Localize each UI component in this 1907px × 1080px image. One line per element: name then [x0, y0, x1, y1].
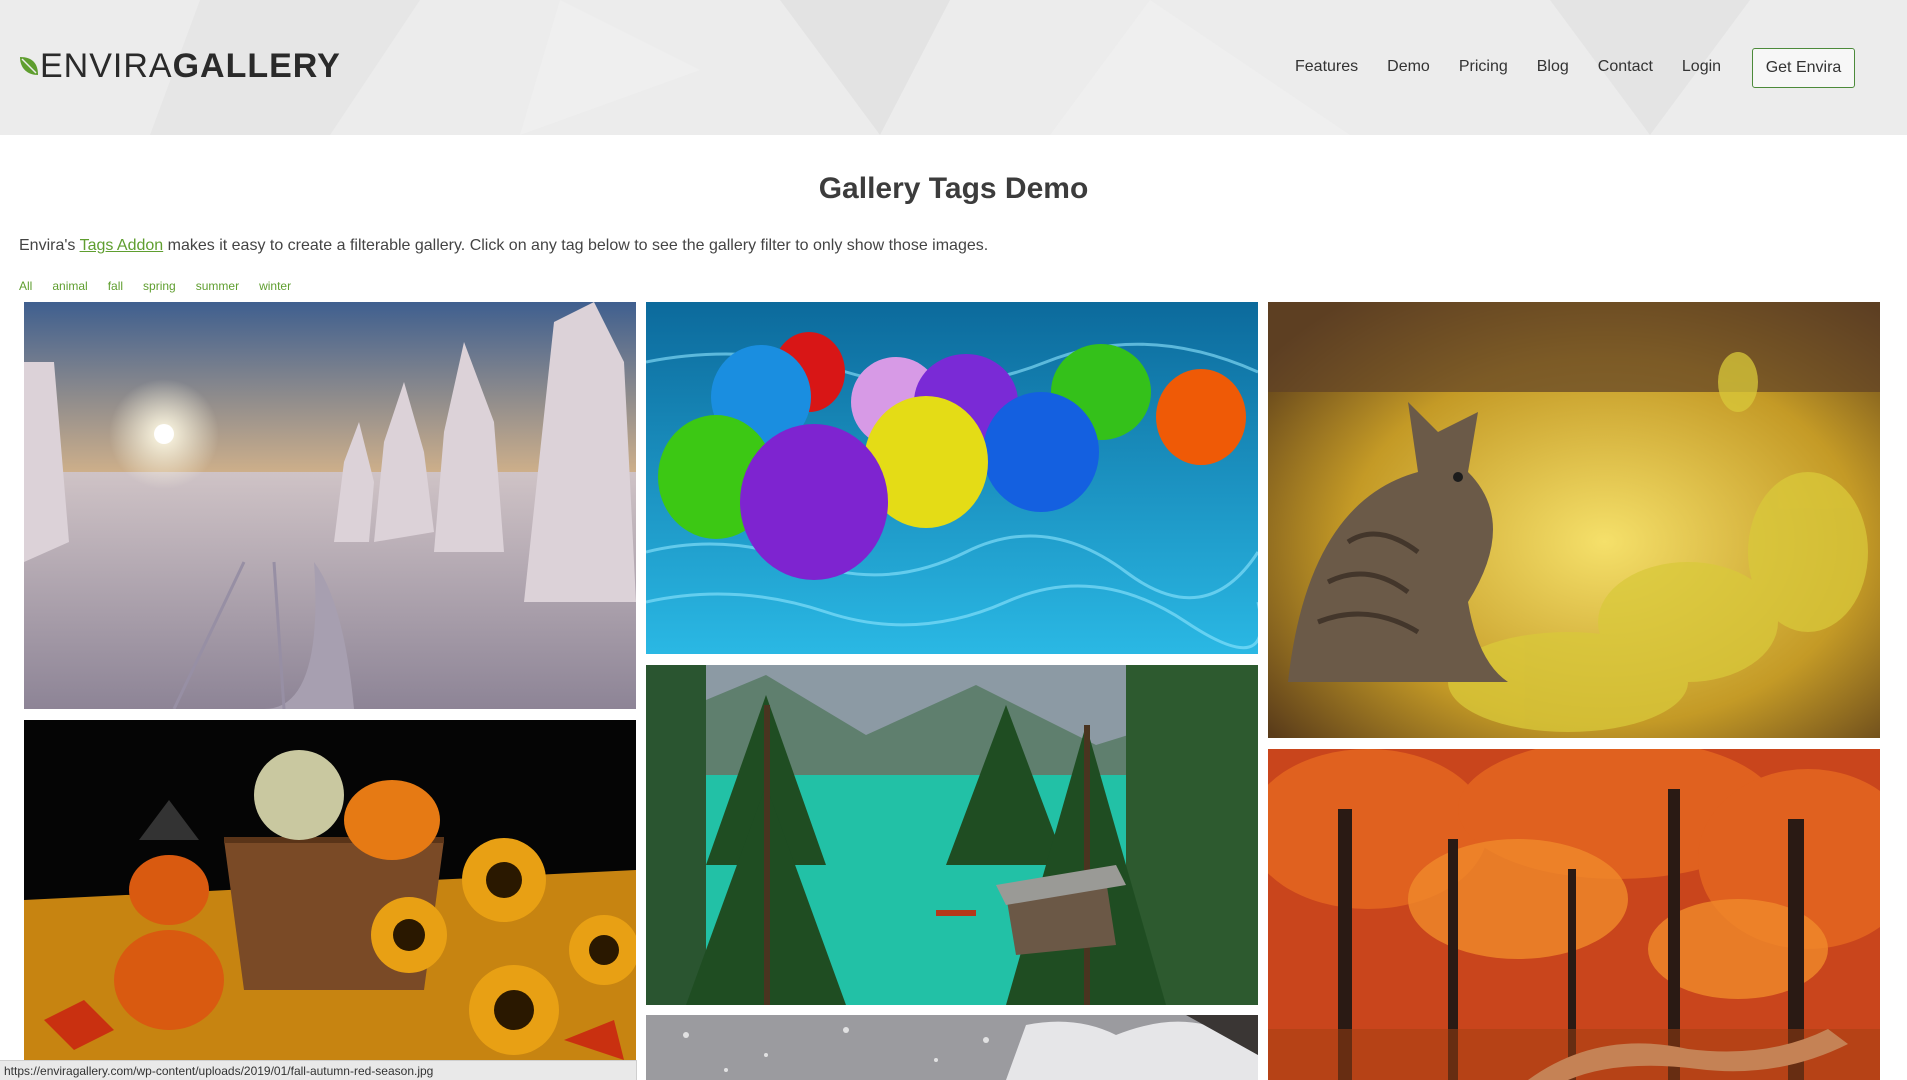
tags-addon-link[interactable]: Tags Addon: [80, 237, 164, 254]
tag-filter-fall[interactable]: fall: [108, 279, 123, 293]
page-title: Gallery Tags Demo: [818, 172, 1089, 205]
logo-wordmark: ENVIRAGALLERY: [40, 49, 341, 83]
site-header: ENVIRAGALLERY Features Demo Pricing Blog…: [0, 0, 1907, 135]
gallery-image-snow[interactable]: [646, 1015, 1258, 1080]
nav-item-demo[interactable]: Demo: [1387, 57, 1430, 77]
nav-item-features[interactable]: Features: [1295, 57, 1358, 77]
tag-filter-animal[interactable]: animal: [52, 279, 87, 293]
gallery-image-autumn-forest[interactable]: [1268, 749, 1880, 1080]
gallery-image-balloons[interactable]: [646, 302, 1258, 654]
nav-item-login[interactable]: Login: [1682, 57, 1721, 77]
gallery-image-kitten[interactable]: [1268, 302, 1880, 738]
gallery-image-lake[interactable]: [646, 665, 1258, 1005]
tag-filter-spring[interactable]: spring: [143, 279, 176, 293]
nav-item-pricing[interactable]: Pricing: [1459, 57, 1508, 77]
browser-status-url: https://enviragallery.com/wp-content/upl…: [0, 1060, 637, 1080]
tag-filter-summer[interactable]: summer: [196, 279, 239, 293]
tag-filter-bar: All animal fall spring summer winter: [19, 279, 311, 293]
logo-part-gallery: GALLERY: [172, 47, 341, 85]
get-envira-button[interactable]: Get Envira: [1752, 48, 1855, 88]
main-nav: Features Demo Pricing Blog Contact Login: [1295, 57, 1750, 77]
intro-suffix: makes it easy to create a filterable gal…: [163, 237, 989, 254]
intro-text: Envira's Tags Addon makes it easy to cre…: [19, 237, 988, 255]
gallery-image-halloween[interactable]: [24, 720, 636, 1080]
gallery-image-winter[interactable]: [24, 302, 636, 709]
nav-item-contact[interactable]: Contact: [1598, 57, 1653, 77]
nav-item-blog[interactable]: Blog: [1537, 57, 1569, 77]
logo-part-envira: ENVIRA: [40, 47, 173, 85]
tag-filter-all[interactable]: All: [19, 279, 32, 293]
tag-filter-winter[interactable]: winter: [259, 279, 291, 293]
envira-logo[interactable]: ENVIRAGALLERY: [18, 49, 341, 83]
leaf-icon: [20, 57, 38, 75]
intro-prefix: Envira's: [19, 237, 80, 254]
